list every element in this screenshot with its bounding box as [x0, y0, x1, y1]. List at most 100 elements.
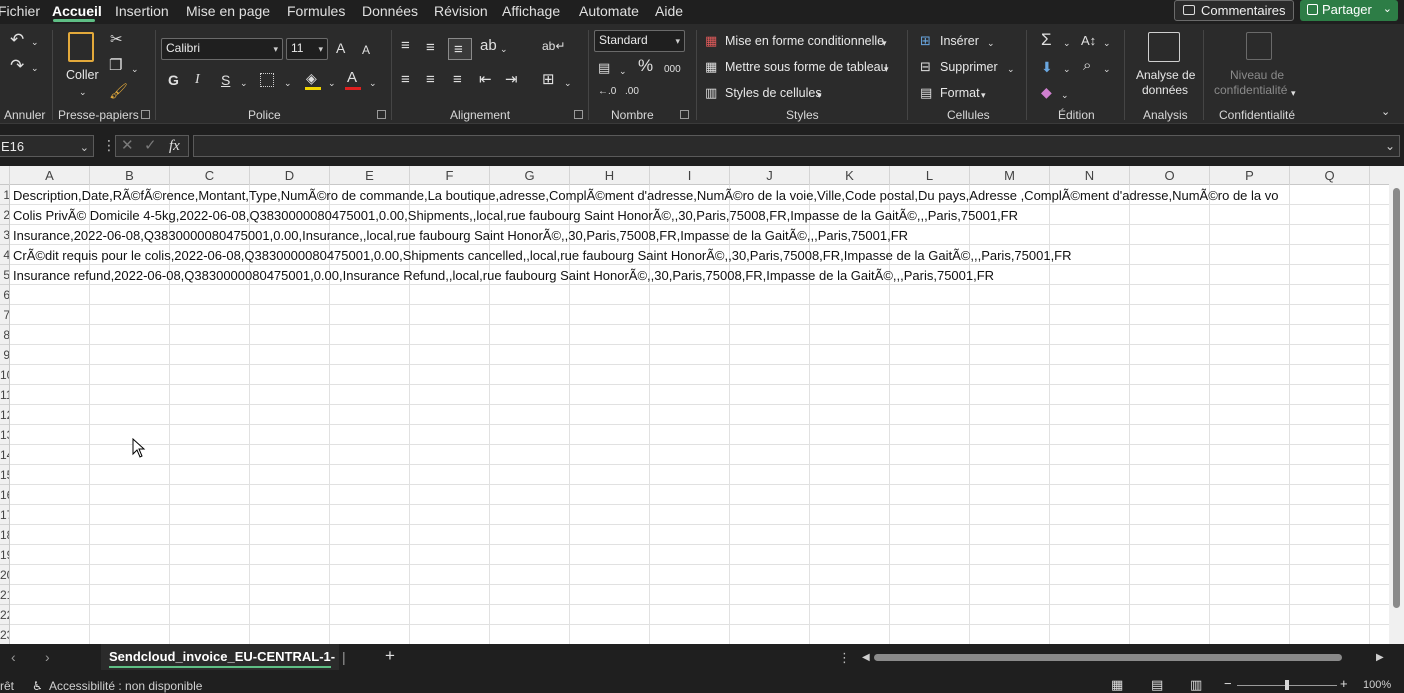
fill-dropdown-icon[interactable]: ⌄ [1063, 61, 1071, 77]
find-select-icon[interactable]: ⌕ [1083, 58, 1091, 74]
fill-icon[interactable]: ⬇ [1041, 59, 1053, 75]
orientation-dropdown-icon[interactable]: ⌄ [500, 41, 508, 57]
tab-file[interactable]: Fichier [0, 3, 40, 19]
merge-center-icon[interactable]: ⊞ [542, 72, 555, 88]
fill-color-icon[interactable]: ◈ [306, 70, 317, 86]
number-format-select[interactable]: Standard ▾ [594, 30, 685, 52]
italic-button[interactable]: I [195, 72, 200, 88]
comments-button[interactable]: Commentaires [1174, 0, 1294, 21]
accessibility-status[interactable]: Accessibilité : non disponible [49, 679, 202, 693]
accounting-dropdown-icon[interactable]: ⌄ [619, 63, 627, 79]
scroll-right-icon[interactable]: ▶ [1376, 650, 1384, 666]
format-as-table-button[interactable]: Mettre sous forme de tableau [725, 60, 888, 74]
font-name-select[interactable]: Calibri ▾ [161, 38, 283, 60]
zoom-level[interactable]: 100% [1363, 679, 1391, 691]
cell-a5[interactable]: Insurance refund,2022-06-08,Q38300000804… [13, 266, 994, 286]
font-color-dropdown-icon[interactable]: ⌄ [369, 75, 377, 91]
column-header[interactable]: I [650, 166, 730, 185]
column-header[interactable]: M [970, 166, 1050, 185]
row-header[interactable]: 22 [0, 605, 9, 625]
tab-insert[interactable]: Insertion [115, 3, 169, 19]
cancel-icon[interactable]: ✕ [121, 138, 134, 154]
conditional-formatting-button[interactable]: Mise en forme conditionnelle [725, 34, 884, 48]
format-cells-icon[interactable]: ▤ [920, 85, 932, 101]
vertical-scrollbar[interactable] [1389, 166, 1404, 644]
more-options-icon[interactable]: ⋮ [102, 137, 116, 153]
cell-styles-button[interactable]: Styles de cellules [725, 86, 822, 100]
number-launcher-icon[interactable] [680, 110, 689, 119]
tab-formulas[interactable]: Formules [287, 3, 345, 19]
column-header[interactable]: J [730, 166, 810, 185]
orientation-icon[interactable]: ab [480, 38, 497, 54]
clear-dropdown-icon[interactable]: ⌄ [1061, 87, 1069, 103]
tab-automate[interactable]: Automate [579, 3, 639, 19]
redo-icon[interactable]: ↷ [10, 57, 24, 74]
row-header[interactable]: 18 [0, 525, 9, 545]
column-header[interactable]: D [250, 166, 330, 185]
underline-button[interactable]: S [221, 72, 230, 88]
row-header[interactable]: 21 [0, 585, 9, 605]
cell-styles-icon[interactable]: ▥ [705, 85, 717, 101]
row-header[interactable]: 20 [0, 565, 9, 585]
row-header[interactable]: 13 [0, 425, 9, 445]
row-header[interactable]: 16 [0, 485, 9, 505]
column-header[interactable]: Q [1290, 166, 1370, 185]
format-cells-button[interactable]: Format [940, 86, 980, 100]
redo-dropdown-icon[interactable]: ⌄ [31, 60, 39, 76]
increase-decimal-icon[interactable]: ←.0 [598, 84, 616, 100]
add-sheet-button[interactable]: + [385, 647, 395, 664]
accounting-format-icon[interactable]: ▤ [598, 60, 610, 76]
chevron-down-icon[interactable]: ⌄ [1007, 61, 1015, 77]
chevron-down-icon[interactable]: ⌄ [80, 141, 89, 154]
share-button[interactable]: Partager ⌄ [1300, 0, 1398, 21]
merge-dropdown-icon[interactable]: ⌄ [564, 75, 572, 91]
grow-font-button[interactable]: A [336, 40, 345, 56]
percent-button[interactable]: % [638, 57, 653, 74]
column-header[interactable]: K [810, 166, 890, 185]
horizontal-scroll-thumb[interactable] [874, 654, 1342, 661]
fill-color-dropdown-icon[interactable]: ⌄ [328, 75, 336, 91]
row-header[interactable]: 19 [0, 545, 9, 565]
analyze-data-line2[interactable]: données [1142, 83, 1188, 97]
clipboard-launcher-icon[interactable] [141, 110, 150, 119]
copy-icon[interactable]: ❐ [109, 58, 122, 74]
zoom-out-icon[interactable]: − [1224, 676, 1232, 692]
row-header[interactable]: 14 [0, 445, 9, 465]
row-header[interactable]: 4 [0, 245, 9, 265]
row-header[interactable]: 8 [0, 325, 9, 345]
font-size-select[interactable]: 11 ▾ [286, 38, 328, 60]
insert-cells-icon[interactable]: ⊞ [920, 33, 931, 49]
row-header[interactable]: 17 [0, 505, 9, 525]
scroll-left-icon[interactable]: ◀ [862, 650, 870, 666]
font-color-icon[interactable]: A [347, 70, 357, 86]
row-header[interactable]: 23 [0, 625, 9, 644]
column-header[interactable]: A [10, 166, 90, 185]
cell-a3[interactable]: Insurance,2022-06-08,Q3830000080475001,0… [13, 226, 908, 246]
tab-page-layout[interactable]: Mise en page [186, 3, 270, 19]
column-header[interactable]: P [1210, 166, 1290, 185]
font-launcher-icon[interactable] [377, 110, 386, 119]
conditional-formatting-icon[interactable]: ▦ [705, 33, 717, 49]
expand-formula-icon[interactable]: ⌄ [1385, 139, 1395, 153]
thousands-button[interactable]: 000 [664, 62, 681, 78]
chevron-down-icon[interactable]: ▾ [884, 61, 889, 77]
insert-cells-button[interactable]: Insérer [940, 34, 979, 48]
find-dropdown-icon[interactable]: ⌄ [1103, 61, 1111, 77]
page-break-view-icon[interactable]: ▥ [1190, 677, 1202, 693]
align-bottom-button[interactable]: ≡ [448, 38, 472, 60]
cell-a4[interactable]: CrÃ©dit requis pour le colis,2022-06-08,… [13, 246, 1072, 266]
column-header[interactable]: N [1050, 166, 1130, 185]
worksheet-grid[interactable]: ABCDEFGHIJKLMNOPQ 1234567891011121314151… [0, 166, 1404, 644]
accessibility-icon[interactable]: ♿ [32, 678, 43, 693]
column-header[interactable]: F [410, 166, 490, 185]
chevron-down-icon[interactable]: ▾ [817, 87, 822, 103]
scroll-tabs-right-icon[interactable]: › [45, 649, 50, 665]
chevron-down-icon[interactable]: ▾ [981, 87, 986, 103]
enter-icon[interactable]: ✓ [144, 138, 157, 154]
decrease-decimal-icon[interactable]: .00 [625, 84, 639, 100]
row-header[interactable]: 2 [0, 205, 9, 225]
zoom-slider-thumb[interactable] [1285, 680, 1289, 690]
delete-cells-button[interactable]: Supprimer [940, 60, 998, 74]
column-header[interactable]: G [490, 166, 570, 185]
tab-review[interactable]: Révision [434, 3, 488, 19]
